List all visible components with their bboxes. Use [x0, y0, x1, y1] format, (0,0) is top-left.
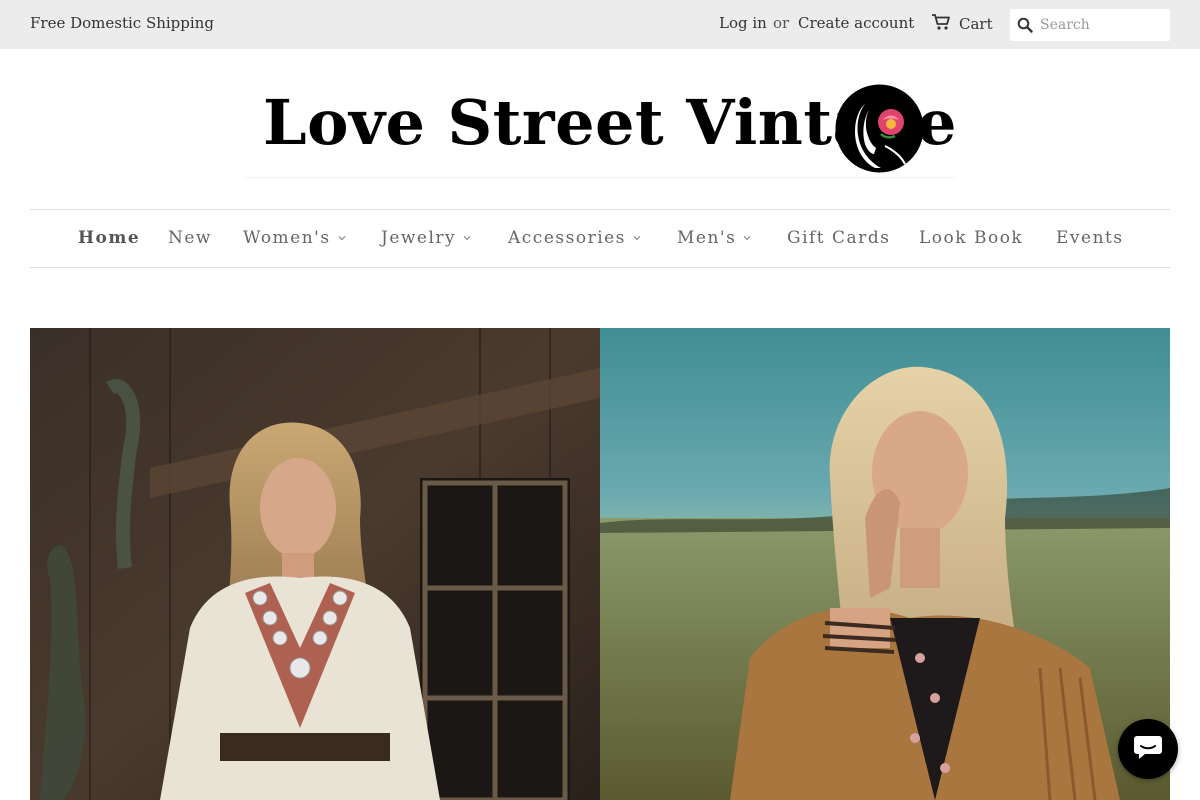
site-logo[interactable]: Love Street Vintage [245, 78, 956, 178]
free-shipping-promo: Free Domestic Shipping [30, 14, 214, 32]
or-separator: or [773, 14, 790, 32]
main-navigation: Home New Women's Jewelry Accessories Men… [30, 209, 1170, 268]
nav-item-jewelry[interactable]: Jewelry [381, 228, 472, 248]
login-link[interactable]: Log in [719, 14, 767, 32]
nav-item-label: Events [1056, 228, 1124, 248]
chevron-down-icon [338, 236, 346, 241]
nav-item-label: New [168, 228, 212, 248]
search-icon[interactable] [1010, 17, 1040, 33]
search-box[interactable] [1010, 9, 1170, 41]
nav-item-label: Home [78, 228, 141, 248]
nav-item-label: Men's [677, 228, 737, 248]
nav-item-label: Look Book [919, 228, 1024, 248]
nav-item-mens[interactable]: Men's [677, 228, 752, 248]
nav-item-new[interactable]: New [168, 228, 212, 248]
nav-item-label: Women's [243, 228, 331, 248]
nav-item-look-book[interactable]: Look Book [919, 228, 1023, 248]
cart-label: Cart [959, 15, 993, 33]
hero-banner-image[interactable] [30, 328, 1170, 800]
nav-item-label: Jewelry [381, 228, 457, 248]
nav-item-label: Accessories [508, 228, 626, 248]
chat-icon [1133, 733, 1163, 765]
nav-item-label: Gift Cards [787, 228, 891, 248]
nav-item-gift-cards[interactable]: Gift Cards [787, 228, 890, 248]
cart-icon [931, 13, 951, 35]
chevron-down-icon [463, 236, 471, 241]
create-account-link[interactable]: Create account [798, 14, 914, 32]
announcement-bar: Free Domestic Shipping Log in or Create … [0, 0, 1200, 49]
chevron-down-icon [633, 236, 641, 241]
chevron-down-icon [743, 236, 751, 241]
logo-badge-icon [835, 84, 924, 173]
search-input[interactable] [1040, 17, 1165, 33]
cart-link[interactable]: Cart [931, 13, 993, 35]
nav-item-womens[interactable]: Women's [243, 228, 347, 248]
nav-item-accessories[interactable]: Accessories [508, 228, 642, 248]
nav-item-events[interactable]: Events [1056, 228, 1124, 248]
nav-item-home[interactable]: Home [78, 228, 140, 248]
chat-button[interactable] [1118, 719, 1178, 779]
